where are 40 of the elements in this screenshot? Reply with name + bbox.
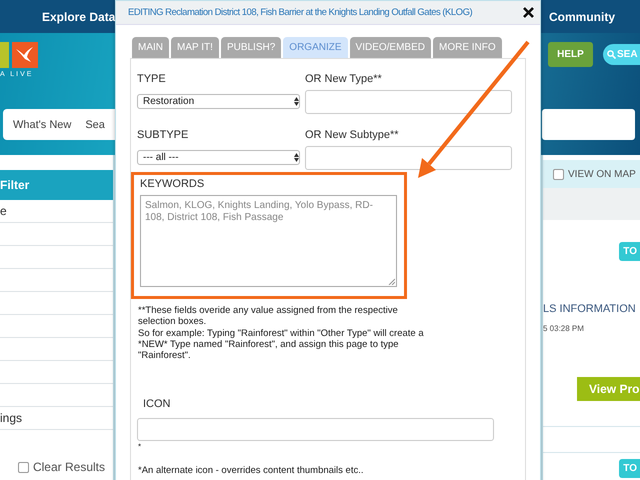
icon-note: *An alternate icon - overrides content thumbnails etc.. [138, 465, 364, 476]
search-tab[interactable]: Sea [85, 118, 105, 130]
up-down-arrows-icon [294, 97, 299, 106]
search-icon [607, 50, 616, 59]
icon-label: ICON [143, 398, 172, 412]
new-type-field[interactable] [305, 90, 512, 114]
result-date: 5 03:28 PM [543, 324, 585, 333]
keywords-label: KEYWORDS [140, 178, 206, 192]
close-icon[interactable] [523, 7, 534, 18]
keywords-field[interactable]: Salmon, KLOG, Knights Landing, Yolo Bypass, RD-108, District 108, Fish Passage [140, 195, 397, 287]
view-on-map-label[interactable]: VIEW ON MAP [568, 168, 636, 180]
new-type-label: OR New Type** [305, 73, 383, 87]
nav-link[interactable]: Community [549, 10, 615, 24]
result-title[interactable]: LS INFORMATION [543, 303, 640, 315]
type-select[interactable]: Restoration [137, 94, 300, 109]
clear-results-checkbox[interactable] [18, 462, 29, 472]
type-label: TYPE [137, 73, 167, 87]
clear-results-label[interactable]: Clear Results [32, 460, 105, 474]
required-mark: * [138, 442, 142, 452]
filter-item[interactable]: ings [0, 411, 22, 425]
new-subtype-field[interactable] [305, 146, 512, 170]
icon-field[interactable] [137, 418, 494, 442]
up-down-arrows-icon [294, 153, 299, 162]
bird-logo-icon [12, 42, 38, 68]
logo-block [0, 42, 9, 68]
filter-item[interactable]: e [0, 204, 7, 218]
filter-title: Filter [0, 178, 30, 192]
help-note: So for example: Typing "Rainforest" within "Other Type" will create a *NEW* Type named "Rainforest", and assign this page to type "Rainforest". [138, 328, 425, 362]
search-field[interactable] [542, 109, 635, 140]
nav-link[interactable]: Explore Data [42, 10, 116, 24]
view-on-map-checkbox[interactable] [553, 168, 564, 180]
new-subtype-label: OR New Subtype** [305, 129, 400, 143]
help-note: **These fields overide any value assigned from the respective selection boxes. [138, 305, 399, 328]
subtype-label: SUBTYPE [137, 129, 190, 143]
dialog-title: EDITING Reclamation District 108, Fish Barrier at the Knights Landing Outfall Gates (KLOG) [128, 7, 474, 18]
subtype-select[interactable]: --- all --- [137, 150, 300, 165]
result-tag: TO [619, 459, 640, 478]
result-tag: TO [619, 242, 640, 261]
search-tab[interactable]: What's New [13, 118, 72, 130]
resize-grip-icon [388, 278, 395, 285]
